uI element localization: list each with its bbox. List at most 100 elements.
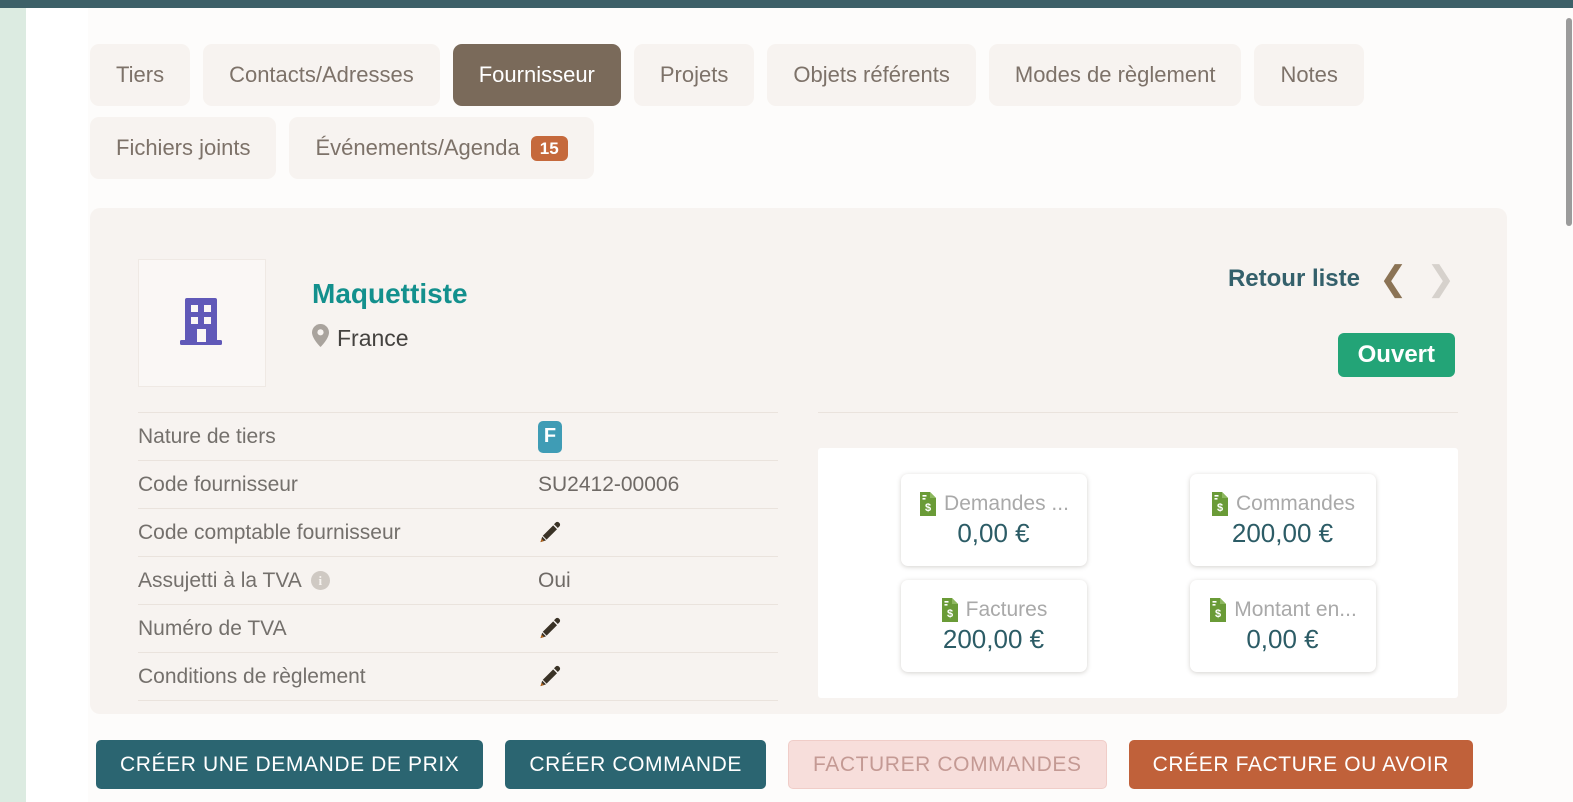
action-cr-er-une-demande-de-prix-button[interactable]: CRÉER UNE DEMANDE DE PRIX: [96, 740, 484, 789]
company-logo-box: [138, 259, 266, 387]
stat-card-label: Montant en...: [1234, 597, 1357, 621]
field-value: Oui: [538, 569, 571, 593]
action-cr-er-commande-button[interactable]: CRÉER COMMANDE: [505, 740, 766, 789]
tab-label: Contacts/Adresses: [229, 62, 414, 87]
stat-card-header: $ Factures: [940, 597, 1048, 622]
supplier-detail-card: Maquettiste France Retour liste ❮ ❯ Ouve…: [90, 208, 1507, 714]
tab-count-badge: 15: [530, 135, 568, 161]
stat-card-value: 0,00 €: [1246, 623, 1319, 654]
chevron-right-icon[interactable]: ❯: [1427, 262, 1456, 296]
chevron-left-icon[interactable]: ❮: [1379, 262, 1408, 296]
tab-bar: Tiers Contacts/Adresses Fournisseur Projets…: [90, 44, 1510, 179]
field-label: Code comptable fournisseur: [138, 521, 538, 545]
location-row: France: [312, 324, 468, 352]
edit-pencil-icon[interactable]: [538, 665, 561, 688]
stats-divider: [818, 412, 1458, 413]
invoice-icon: $: [1208, 597, 1228, 622]
action-cr-er-facture-ou-avoir-button[interactable]: CRÉER FACTURE OU AVOIR: [1128, 740, 1473, 789]
invoice-icon: $: [1210, 491, 1230, 516]
stat-card-header: $ Demandes ...: [918, 491, 1069, 516]
tab-projets[interactable]: Projets: [633, 44, 755, 106]
tab-label: Modes de règlement: [1014, 62, 1216, 87]
back-to-list-link[interactable]: Retour liste: [1228, 265, 1360, 293]
field-row: Numéro de TVA: [138, 605, 778, 653]
field-label-text: Assujetti à la TVA: [138, 568, 302, 592]
stat-card-label: Demandes ...: [944, 491, 1069, 515]
stats-panel: $ Demandes ... 0,00 € $ Commandes 200,00 € $ Fa…: [818, 448, 1458, 698]
field-label: Conditions de règlement: [138, 665, 538, 689]
info-icon[interactable]: i: [310, 571, 330, 590]
record-title-block: Maquettiste France: [312, 278, 468, 352]
field-row: Code fournisseur SU2412-00006: [138, 461, 778, 509]
svg-text:$: $: [925, 502, 931, 514]
stat-card-value: 0,00 €: [957, 517, 1030, 548]
left-sidebar-rail: [0, 8, 26, 802]
field-label-text: Code comptable fournisseur: [138, 520, 401, 544]
stat-card[interactable]: $ Montant en... 0,00 €: [1189, 580, 1376, 672]
stat-card[interactable]: $ Commandes 200,00 €: [1189, 474, 1376, 566]
page-title: Maquettiste: [312, 278, 468, 309]
tab-contacts-adresses[interactable]: Contacts/Adresses: [203, 44, 440, 106]
invoice-icon: $: [918, 491, 938, 516]
action-facturer-commandes-button: FACTURER COMMANDES: [787, 740, 1107, 789]
stat-card-value: 200,00 €: [942, 623, 1045, 654]
field-value: F: [538, 420, 562, 453]
map-pin-icon: [312, 324, 329, 352]
tab-notes[interactable]: Notes: [1254, 44, 1364, 106]
building-icon: [175, 292, 229, 355]
stat-card-header: $ Commandes: [1210, 491, 1356, 516]
stat-card-header: $ Montant en...: [1208, 597, 1357, 622]
field-list: Nature de tiers F Code fournisseur SU2412-0…: [138, 412, 778, 701]
tab-objets-r-f-rents[interactable]: Objets référents: [767, 44, 976, 106]
stat-card-label: Factures: [965, 597, 1048, 621]
action-button-row: CRÉER UNE DEMANDE DE PRIX CRÉER COMMANDE F…: [96, 740, 1473, 789]
invoice-icon: $: [940, 597, 960, 622]
field-label-text: Nature de tiers: [138, 424, 276, 448]
nature-badge: F: [538, 420, 562, 453]
tab-modes-de-r-glement[interactable]: Modes de règlement: [988, 44, 1242, 106]
field-value: [538, 617, 561, 640]
tab-v-nements-agenda[interactable]: Événements/Agenda 15: [289, 117, 594, 179]
tab-fournisseur[interactable]: Fournisseur: [452, 44, 621, 106]
svg-text:$: $: [947, 608, 953, 620]
field-value-text: Oui: [538, 568, 571, 592]
scrollbar-thumb[interactable]: [1566, 18, 1572, 226]
stat-card[interactable]: $ Factures 200,00 €: [900, 580, 1087, 672]
svg-text:$: $: [1217, 502, 1223, 514]
tab-label: Notes: [1280, 62, 1338, 87]
top-accent-bar: [0, 0, 1573, 8]
edit-pencil-icon[interactable]: [538, 617, 561, 640]
field-value: SU2412-00006: [538, 473, 679, 497]
field-row: Assujetti à la TVA i Oui: [138, 557, 778, 605]
page-root: Tiers Contacts/Adresses Fournisseur Projets…: [0, 0, 1573, 802]
edit-pencil-icon[interactable]: [538, 521, 561, 544]
tab-label: Événements/Agenda: [315, 135, 520, 160]
stat-card-value: 200,00 €: [1231, 517, 1334, 548]
record-navigation: Retour liste ❮ ❯: [1228, 262, 1455, 296]
tab-label: Fournisseur: [478, 62, 595, 87]
field-label-text: Numéro de TVA: [138, 616, 287, 640]
field-value: [538, 521, 561, 544]
svg-text:$: $: [1215, 608, 1221, 620]
stat-card-label: Commandes: [1235, 491, 1356, 515]
tab-fichiers-joints[interactable]: Fichiers joints: [90, 117, 277, 179]
tab-label: Objets référents: [793, 62, 950, 87]
field-row: Conditions de règlement: [138, 653, 778, 701]
vertical-scrollbar[interactable]: [1565, 8, 1573, 802]
field-label: Nature de tiers: [138, 425, 538, 449]
field-label: Assujetti à la TVA i: [138, 569, 538, 593]
tab-label: Fichiers joints: [116, 135, 251, 160]
field-value: [538, 665, 561, 688]
location-text: France: [337, 324, 409, 351]
status-badge: Ouvert: [1337, 333, 1455, 377]
field-label: Numéro de TVA: [138, 617, 538, 641]
field-row: Code comptable fournisseur: [138, 509, 778, 557]
field-label-text: Conditions de règlement: [138, 664, 366, 688]
stat-card[interactable]: $ Demandes ... 0,00 €: [900, 474, 1087, 566]
field-value-text: SU2412-00006: [538, 472, 680, 496]
tab-tiers[interactable]: Tiers: [90, 44, 191, 106]
left-gutter: [26, 8, 88, 802]
field-label: Code fournisseur: [138, 473, 538, 497]
field-label-text: Code fournisseur: [138, 472, 298, 496]
tab-label: Projets: [659, 62, 729, 87]
